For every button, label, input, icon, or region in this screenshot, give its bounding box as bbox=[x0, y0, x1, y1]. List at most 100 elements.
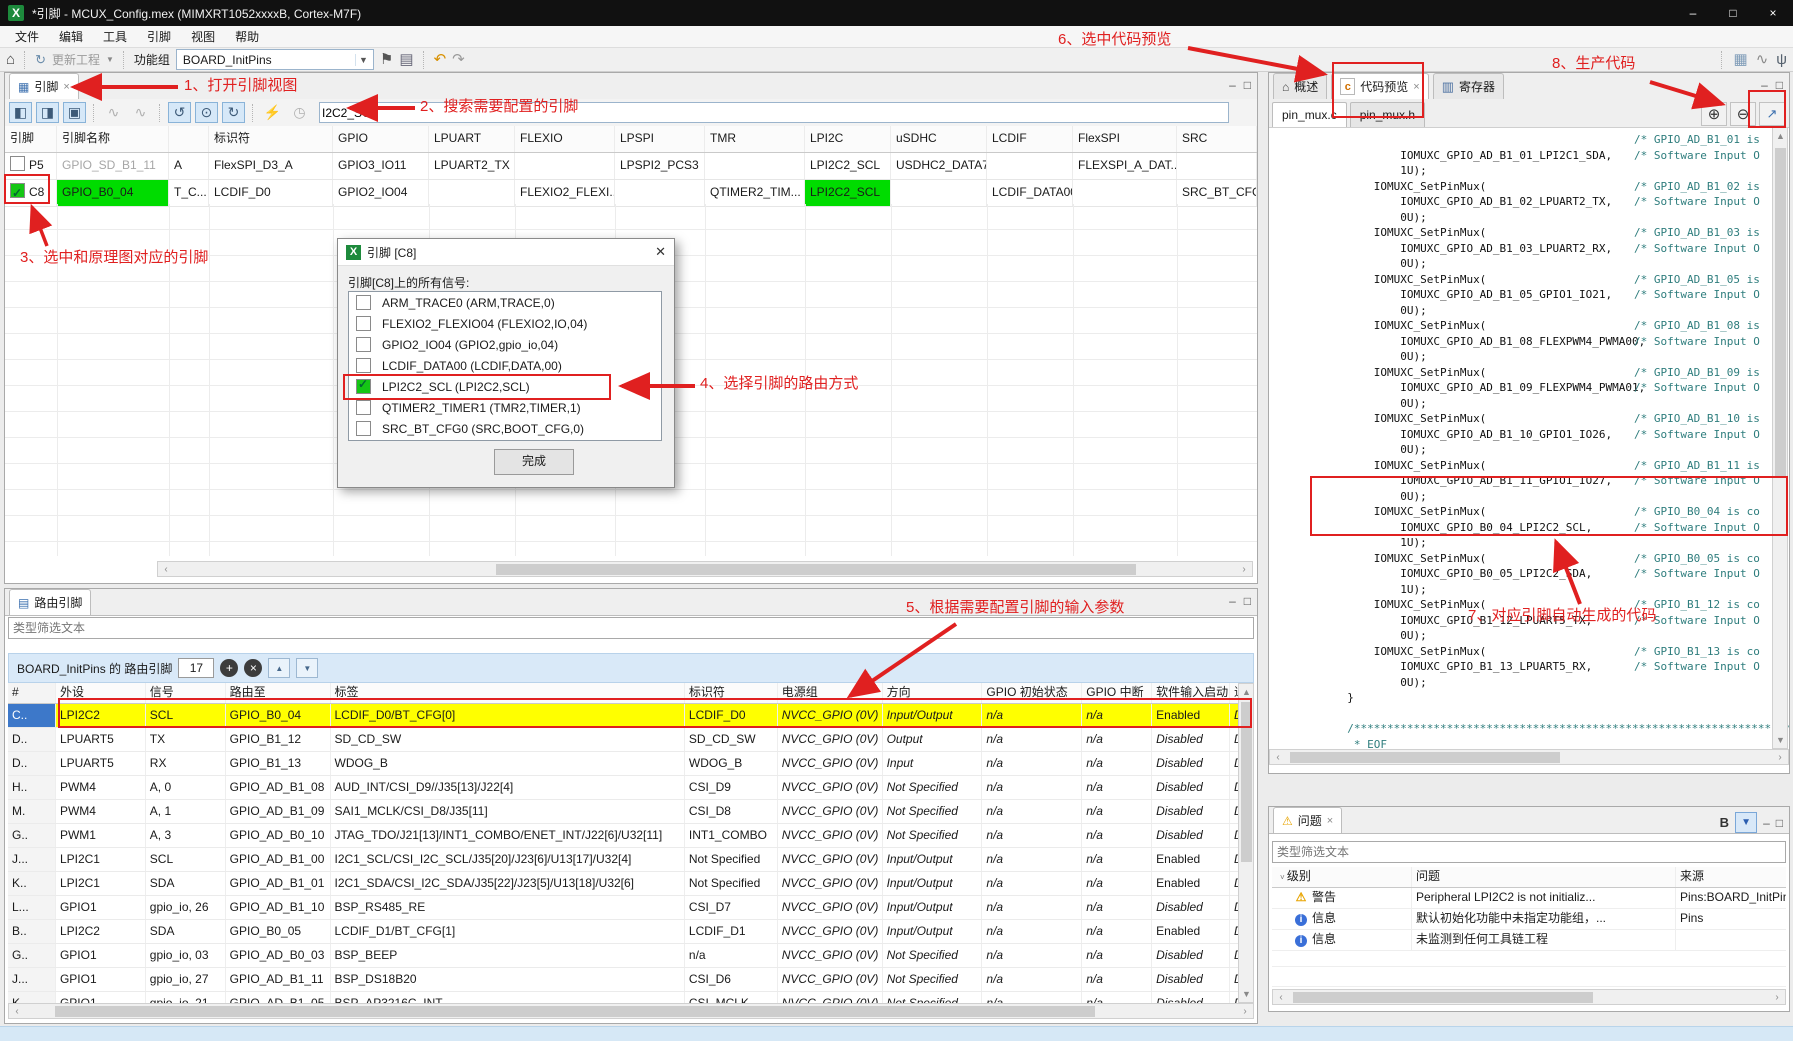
maximize-view-icon[interactable]: □ bbox=[1776, 816, 1783, 830]
table-row[interactable]: D.. LPUART5 RX GPIO_B1_13 WDOG_B WDOG_B … bbox=[8, 752, 1244, 776]
routed-vscrollbar[interactable]: ▲ ▼ bbox=[1238, 683, 1254, 1003]
code-editor[interactable]: IOMUXC_GPIO_AD_B1_01_LPI2C1_SDA, /* GPIO… bbox=[1269, 127, 1789, 749]
col-power-group[interactable]: 电源组 bbox=[778, 683, 883, 703]
problems-hscrollbar[interactable]: ‹ › bbox=[1272, 989, 1786, 1005]
done-button[interactable]: 完成 bbox=[494, 449, 574, 475]
col-identifier[interactable]: 标识符 bbox=[685, 683, 778, 703]
col-peripheral[interactable]: 外设 bbox=[56, 683, 146, 703]
minimize-view-icon[interactable]: – bbox=[1761, 78, 1768, 92]
maximize-icon[interactable]: □ bbox=[1713, 0, 1753, 26]
table-row[interactable]: 信息 默认初始化功能中未指定功能组，... Pins bbox=[1272, 909, 1786, 930]
pins-hscrollbar[interactable]: ‹ › bbox=[157, 561, 1253, 577]
pin-checkbox[interactable] bbox=[10, 183, 25, 198]
signal-checkbox[interactable] bbox=[356, 379, 371, 394]
log-icon[interactable]: ▤ bbox=[399, 50, 413, 70]
col-identifier[interactable]: 标识符 bbox=[209, 126, 333, 152]
col-direction[interactable]: 方向 bbox=[883, 683, 983, 703]
menu-pins[interactable]: 引脚 bbox=[138, 26, 180, 48]
col-pin[interactable]: 引脚 bbox=[5, 126, 57, 152]
signal-checkbox[interactable] bbox=[356, 337, 371, 352]
signal-checkbox[interactable] bbox=[356, 421, 371, 436]
col-lcdif[interactable]: LCDIF bbox=[987, 126, 1073, 152]
signal-checkbox[interactable] bbox=[356, 316, 371, 331]
home-icon[interactable]: ⌂ bbox=[6, 50, 15, 70]
minimize-view-icon[interactable]: – bbox=[1229, 78, 1236, 92]
col-lpspi[interactable]: LPSPI bbox=[615, 126, 705, 152]
remove-pin-icon[interactable]: × bbox=[244, 659, 262, 677]
bold-filter-icon[interactable]: B bbox=[1720, 815, 1729, 830]
wave-bottom-icon[interactable]: ∿ bbox=[129, 102, 152, 123]
routed-filter-input[interactable] bbox=[9, 618, 1259, 638]
col-gpio-int[interactable]: GPIO 中断 bbox=[1082, 683, 1152, 703]
table-row[interactable]: L... GPIO1 gpio_io, 26 GPIO_AD_B1_10 BSP… bbox=[8, 896, 1244, 920]
col-route-to[interactable]: 路由至 bbox=[226, 683, 331, 703]
pin-row-c8[interactable]: C8 GPIO_B0_04 T_C... LCDIF_D0 GPIO2_IO04… bbox=[5, 180, 1257, 207]
clocks-perspective-icon[interactable]: ∿ bbox=[1756, 50, 1769, 70]
table-row[interactable]: G.. PWM1 A, 3 GPIO_AD_B0_10 JTAG_TDO/J21… bbox=[8, 824, 1244, 848]
close-icon[interactable]: × bbox=[1413, 81, 1419, 93]
col-src[interactable]: SRC bbox=[1177, 126, 1257, 152]
maximize-view-icon[interactable]: □ bbox=[1776, 78, 1783, 92]
col-tmr[interactable]: TMR bbox=[705, 126, 805, 152]
tab-pin-mux-h[interactable]: pin_mux.h bbox=[1350, 102, 1425, 127]
redo-icon[interactable]: ↷ bbox=[452, 50, 465, 70]
code-vscrollbar[interactable]: ▲ ▼ bbox=[1772, 127, 1788, 749]
col-label[interactable]: 标签 bbox=[331, 683, 685, 703]
table-row[interactable]: J... LPI2C1 SCL GPIO_AD_B1_00 I2C1_SCL/C… bbox=[8, 848, 1244, 872]
maximize-view-icon[interactable]: □ bbox=[1244, 594, 1251, 608]
col-problem[interactable]: 问题 bbox=[1412, 867, 1676, 887]
table-row[interactable]: B.. LPI2C2 SDA GPIO_B0_05 LCDIF_D1/BT_CF… bbox=[8, 920, 1244, 944]
minimize-icon[interactable]: – bbox=[1673, 0, 1713, 26]
flash-icon[interactable]: ⚡ bbox=[261, 102, 284, 123]
zoom-in-icon[interactable]: ⊕ bbox=[1701, 102, 1727, 126]
list-item[interactable]: QTIMER2_TIMER1 (TMR2,TIMER,1) bbox=[349, 397, 661, 418]
col-pin-name[interactable]: 引脚名称 bbox=[57, 126, 169, 152]
table-row[interactable]: G.. GPIO1 gpio_io, 03 GPIO_AD_B0_03 BSP_… bbox=[8, 944, 1244, 968]
table-row[interactable]: D.. LPUART5 TX GPIO_B1_12 SD_CD_SW SD_CD… bbox=[8, 728, 1244, 752]
col-gpio-init[interactable]: GPIO 初始状态 bbox=[982, 683, 1082, 703]
close-icon[interactable]: × bbox=[63, 81, 69, 93]
pin-checkbox[interactable] bbox=[10, 156, 25, 171]
tab-registers[interactable]: ▥ 寄存器 bbox=[1433, 73, 1504, 99]
problems-filter-input[interactable] bbox=[1273, 842, 1791, 862]
list-item[interactable]: SRC_BT_CFG0 (SRC,BOOT_CFG,0) bbox=[349, 418, 661, 439]
package-bottom-view-icon[interactable]: ◨ bbox=[36, 102, 59, 123]
update-project-button[interactable]: 更新工程 bbox=[52, 51, 100, 68]
col-usdhc[interactable]: uSDHC bbox=[891, 126, 987, 152]
undo-icon[interactable]: ↶ bbox=[434, 50, 447, 70]
close-icon[interactable]: ✕ bbox=[655, 244, 666, 260]
col-num[interactable]: # bbox=[8, 683, 56, 703]
update-project-dropdown-icon[interactable]: ▼ bbox=[106, 55, 114, 64]
filter-funnel-icon[interactable]: ▼ bbox=[1735, 812, 1757, 833]
package-view-icon[interactable]: ▣ bbox=[63, 102, 86, 123]
menu-help[interactable]: 帮助 bbox=[226, 26, 268, 48]
pin-row-p5[interactable]: P5 GPIO_SD_B1_11 A FlexSPI_D3_A GPIO3_IO… bbox=[5, 153, 1257, 180]
functional-group-select[interactable]: BOARD_InitPins ▼ bbox=[176, 49, 374, 70]
pins-perspective-icon[interactable]: ψ bbox=[1776, 50, 1787, 70]
table-row[interactable]: 警告 Peripheral LPI2C2 is not initializ...… bbox=[1272, 888, 1786, 909]
rotate-left-icon[interactable]: ↺ bbox=[168, 102, 191, 123]
add-pin-icon[interactable]: + bbox=[220, 659, 238, 677]
tab-pin-mux-c[interactable]: pin_mux.c bbox=[1272, 102, 1347, 127]
code-hscrollbar[interactable]: ‹ › bbox=[1269, 749, 1789, 765]
tab-routed-pins[interactable]: ▤ 路由引脚 bbox=[9, 589, 91, 615]
col-lpi2c[interactable]: LPI2C bbox=[805, 126, 891, 152]
col-flexspi[interactable]: FlexSPI bbox=[1073, 126, 1177, 152]
signal-checkbox[interactable] bbox=[356, 295, 371, 310]
tab-pins[interactable]: ▦ 引脚 × bbox=[9, 73, 79, 99]
col-extra[interactable] bbox=[169, 126, 209, 152]
tab-problems[interactable]: ⚠ 问题 × bbox=[1273, 807, 1342, 833]
col-lpuart[interactable]: LPUART bbox=[429, 126, 515, 152]
list-item[interactable]: LCDIF_DATA00 (LCDIF,DATA,00) bbox=[349, 355, 661, 376]
col-flexio[interactable]: FLEXIO bbox=[515, 126, 615, 152]
table-row[interactable]: M. PWM4 A, 1 GPIO_AD_B1_09 SAI1_MCLK/CSI… bbox=[8, 800, 1244, 824]
minimize-view-icon[interactable]: – bbox=[1229, 594, 1236, 608]
list-item[interactable]: GPIO2_IO04 (GPIO2,gpio_io,04) bbox=[349, 334, 661, 355]
clock-icon[interactable]: ◷ bbox=[288, 102, 311, 123]
menu-edit[interactable]: 编辑 bbox=[50, 26, 92, 48]
update-project-icon[interactable]: ↻ bbox=[35, 50, 46, 70]
signal-checkbox[interactable] bbox=[356, 400, 371, 415]
table-row[interactable]: J... GPIO1 gpio_io, 27 GPIO_AD_B1_11 BSP… bbox=[8, 968, 1244, 992]
close-icon[interactable]: × bbox=[1753, 0, 1793, 26]
list-item[interactable]: LPI2C2_SCL (LPI2C2,SCL) bbox=[349, 376, 661, 397]
